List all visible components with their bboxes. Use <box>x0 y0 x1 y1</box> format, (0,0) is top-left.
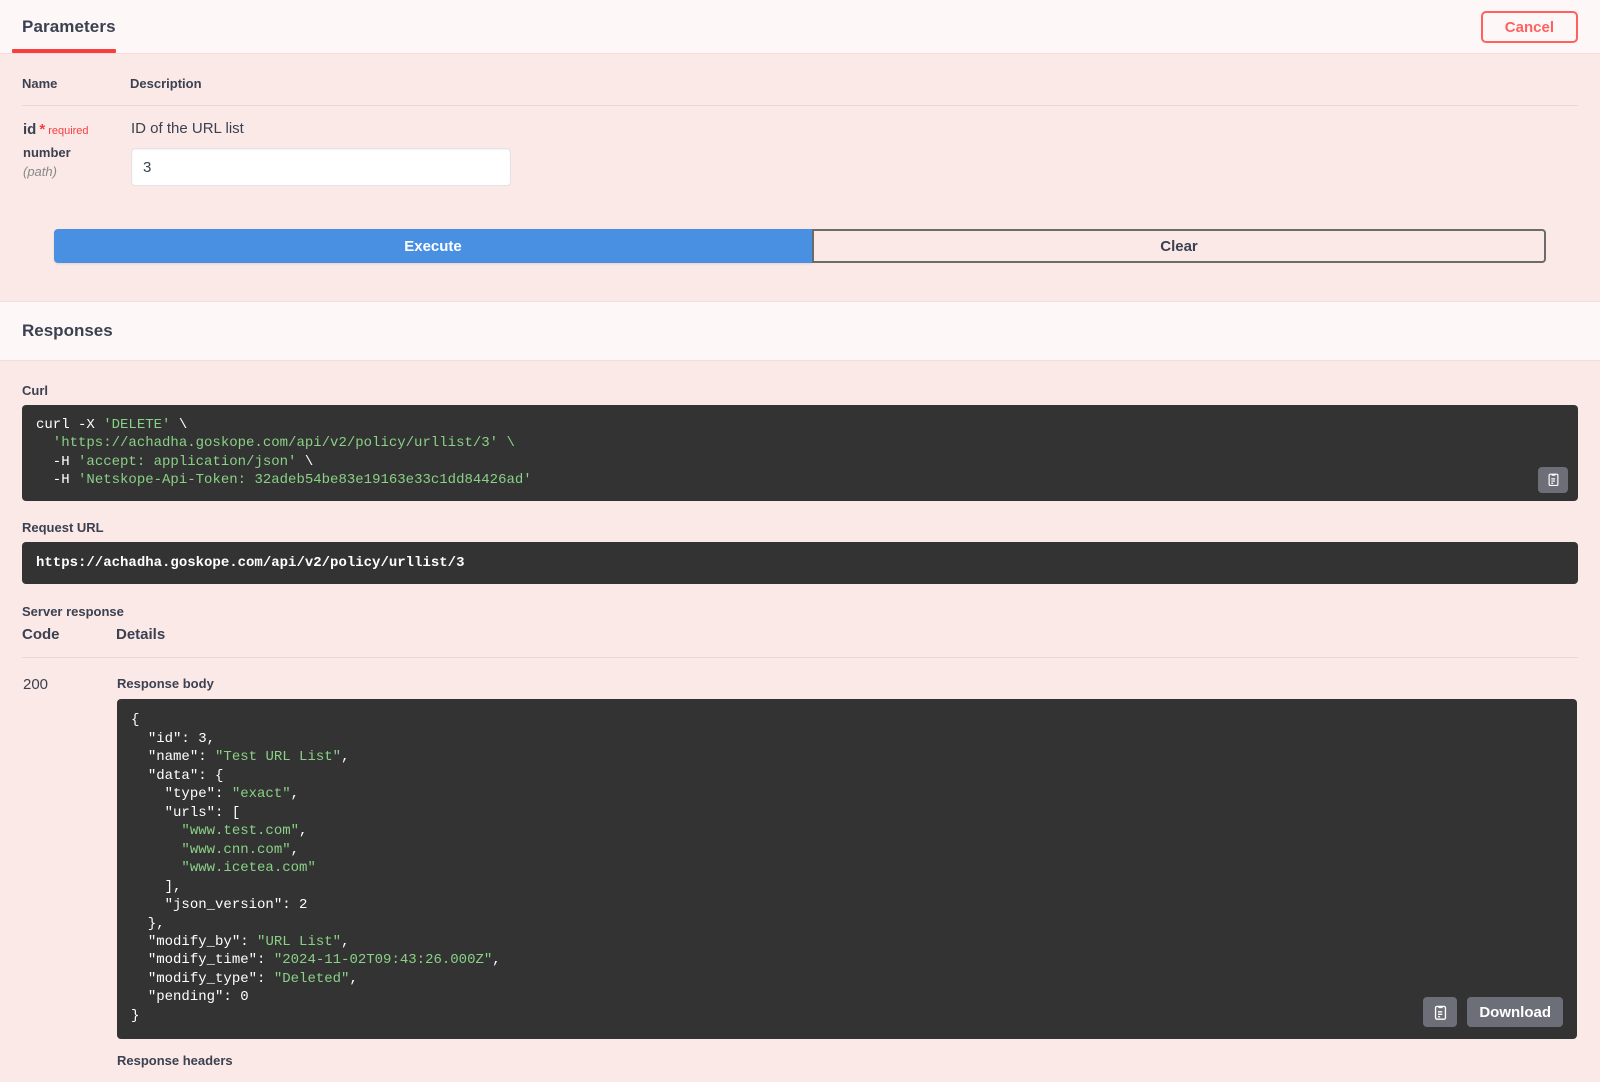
parameters-table-header-row: Name Description <box>22 76 1578 106</box>
curl-line1-method: 'DELETE' <box>103 417 171 433</box>
curl-line3-flag: -H <box>36 453 79 470</box>
responses-header: Responses <box>0 301 1600 361</box>
table-row: id * required number (path) ID of the URL … <box>22 106 1578 188</box>
response-code-cell: 200 <box>22 658 116 1069</box>
column-header-code: Code <box>22 626 116 659</box>
parameter-location: (path) <box>23 164 57 180</box>
page-title: Parameters <box>22 16 116 36</box>
response-details-cell: Response body { "id": 3, "name": "Test U… <box>116 658 1578 1069</box>
copy-curl-button[interactable] <box>1538 466 1568 493</box>
column-header-details: Details <box>116 626 1578 659</box>
response-body-block: { "id": 3, "name": "Test URL List", "dat… <box>117 699 1577 1040</box>
parameter-name-text: id <box>23 121 37 138</box>
column-header-name: Name <box>22 76 130 106</box>
download-button[interactable]: Download <box>1467 997 1563 1028</box>
execute-clear-row: Execute Clear <box>54 229 1546 301</box>
curl-line2-url: 'https://achadha.goskope.com/api/v2/poli… <box>36 435 515 452</box>
request-url-label: Request URL <box>22 519 104 535</box>
status-badge: 200 <box>23 676 49 694</box>
curl-line3-continuation: \ <box>296 453 314 470</box>
curl-line1-continuation: \ <box>170 417 188 433</box>
response-body-json: { "id": 3, "name": "Test URL List", "dat… <box>131 712 501 1024</box>
server-response-label: Server response <box>22 604 124 620</box>
curl-line4-flag: -H <box>36 472 79 489</box>
clear-button[interactable]: Clear <box>812 229 1546 263</box>
active-tab-underline <box>12 49 116 53</box>
curl-line4-token-header: 'Netskope-Api-Token: 32adeb54be83e19163e… <box>78 472 532 489</box>
table-row: 200 Response body { "id": 3, "name": "Te… <box>22 658 1578 1069</box>
parameters-table: Name Description id * required number (pat… <box>22 76 1578 187</box>
curl-line3-header: 'accept: application/json' <box>78 453 297 470</box>
parameter-name: id * required <box>23 120 129 140</box>
clipboard-icon <box>1548 473 1558 487</box>
parameter-description: ID of the URL list <box>131 120 244 137</box>
copy-response-button[interactable] <box>1423 997 1458 1028</box>
responses-body: Curl curl -X 'DELETE' \ 'https://achadha… <box>0 361 1600 1070</box>
required-label: required <box>48 125 89 137</box>
curl-line1-command: curl -X <box>36 417 104 433</box>
server-response-table: Code Details 200 Response body { "id": 3… <box>22 626 1578 1069</box>
server-response-header-row: Code Details <box>22 626 1578 659</box>
parameter-description-cell: ID of the URL list <box>130 106 1578 188</box>
parameters-header: Parameters Cancel <box>0 0 1600 54</box>
required-star-icon: * <box>39 121 46 138</box>
column-header-description: Description <box>130 76 1578 106</box>
responses-title: Responses <box>22 321 113 340</box>
parameter-type: number <box>23 145 71 161</box>
clipboard-icon <box>1434 1005 1446 1020</box>
curl-label: Curl <box>22 383 48 398</box>
curl-code-block: curl -X 'DELETE' \ 'https://achadha.gosk… <box>22 405 1578 501</box>
cancel-button[interactable]: Cancel <box>1480 11 1578 43</box>
execute-button[interactable]: Execute <box>54 229 812 263</box>
response-actions: Download <box>1423 997 1563 1028</box>
response-headers-label: Response headers <box>117 1053 233 1069</box>
swagger-try-it-out-panel: Parameters Cancel Name Description id * re… <box>0 0 1600 1082</box>
parameter-id-input[interactable] <box>131 148 511 186</box>
parameter-name-cell: id * required number (path) <box>22 106 130 188</box>
parameters-body: Name Description id * required number (pat… <box>0 54 1600 301</box>
response-body-label: Response body <box>117 676 214 692</box>
request-url-block: https://achadha.goskope.com/api/v2/polic… <box>22 541 1578 585</box>
